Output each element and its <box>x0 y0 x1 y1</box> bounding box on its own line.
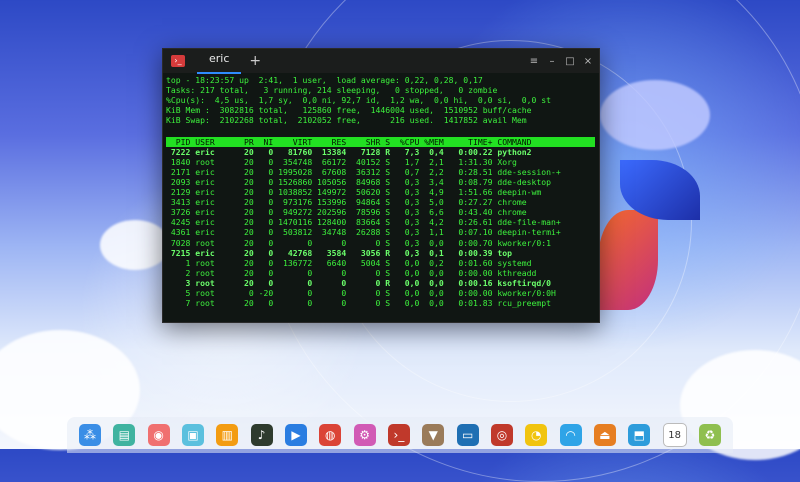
terminal-window[interactable]: ›_ eric + ≡ – □ × top - 18:23:57 up 2:41… <box>162 48 600 323</box>
top-tasks-line: Tasks: 217 total, 3 running, 214 sleepin… <box>166 85 498 96</box>
settings-icon[interactable]: ⚙ <box>353 424 376 446</box>
wallpaper-cloud <box>600 80 710 150</box>
process-row: 7222 eric 20 0 81760 13384 7128 R 7,3 0,… <box>166 146 532 157</box>
top-uptime-line: top - 18:23:57 up 2:41, 1 user, load ave… <box>166 75 483 85</box>
launcher-icon[interactable]: ⁂ <box>79 424 101 446</box>
file-manager-icon[interactable]: ▤ <box>113 424 136 446</box>
process-row: 4245 eric 20 0 1470116 128400 83664 S 0,… <box>166 217 561 228</box>
process-row: 2171 eric 20 0 1995028 67608 36312 S 0,7… <box>166 166 561 177</box>
process-row: 2 root 20 0 0 0 0 S 0,0 0,0 0:00.00 kthr… <box>166 267 537 278</box>
process-row: 3 root 20 0 0 0 0 R 0,0 0,0 0:00.16 ksof… <box>166 277 551 288</box>
minimize-button[interactable]: – <box>547 56 557 67</box>
wallpaper-petal <box>620 160 700 220</box>
process-row: 1840 root 20 0 354748 66172 40152 S 1,7 … <box>166 156 517 167</box>
menu-button[interactable]: ≡ <box>529 56 539 67</box>
app-store-icon[interactable]: ⬒ <box>628 424 651 446</box>
process-row: 2093 eric 20 0 1526860 105056 84968 S 0,… <box>166 176 551 187</box>
wallpaper-petal <box>598 210 658 310</box>
process-row: 7028 root 20 0 0 0 0 S 0,3 0,0 0:00.70 k… <box>166 237 551 248</box>
terminal-icon[interactable]: ›_ <box>387 424 410 446</box>
terminal-titlebar[interactable]: ›_ eric + ≡ – □ × <box>163 48 599 74</box>
installer-icon[interactable]: ▼ <box>422 424 445 446</box>
remote-desktop-icon[interactable]: ▭ <box>456 424 479 446</box>
movie-player-icon[interactable]: ▶ <box>284 424 307 446</box>
music-player-icon[interactable]: ♪ <box>250 424 273 446</box>
top-swap-line: KiB Swap: 2102268 total, 2102052 free, 2… <box>166 115 527 126</box>
folder-icon[interactable]: ▣ <box>181 424 204 446</box>
wifi-icon[interactable]: ◠ <box>559 424 582 446</box>
process-row: 4361 eric 20 0 503812 34748 26288 S 0,3 … <box>166 227 561 238</box>
trash-icon[interactable]: ♻ <box>698 424 721 446</box>
calendar-icon[interactable]: 18 <box>662 423 687 447</box>
process-table-header: PID USER PR NI VIRT RES SHR S %CPU %MEM … <box>166 136 595 147</box>
tab-eric[interactable]: eric <box>197 48 242 74</box>
screen-recorder-icon[interactable]: ◉ <box>147 424 170 446</box>
eject-icon[interactable]: ⏏ <box>593 424 616 446</box>
chrome-icon[interactable]: ◍ <box>319 424 342 446</box>
terminal-app-icon: ›_ <box>171 55 185 67</box>
wallpaper-cloud <box>100 220 170 270</box>
clock-icon[interactable]: ◔ <box>525 424 548 446</box>
maximize-button[interactable]: □ <box>565 56 575 67</box>
archive-manager-icon[interactable]: ▥ <box>216 424 239 446</box>
process-row: 7 root 20 0 0 0 0 S 0,0 0,0 0:01.83 rcu_… <box>166 298 551 309</box>
process-row: 2129 eric 20 0 1038852 149972 50620 S 0,… <box>166 187 542 198</box>
top-mem-line: KiB Mem : 3082816 total, 125860 free, 14… <box>166 105 532 116</box>
close-button[interactable]: × <box>583 56 593 67</box>
screenshot-icon[interactable]: ◎ <box>490 424 513 446</box>
process-row: 7215 eric 20 0 42768 3584 3056 R 0,3 0,1… <box>166 247 512 258</box>
process-row: 5 root 0 -20 0 0 0 S 0,0 0,0 0:00.00 kwo… <box>166 287 556 298</box>
process-row: 1 root 20 0 136772 6640 5004 S 0,0 0,2 0… <box>166 257 532 268</box>
dock: ⁂ ▤ ◉ ▣ ▥ ♪ ▶ ◍ ⚙ ›_ ▼ ▭ ◎ ◔ ◠ ⏏ ⬒ 18 ♻ <box>67 417 733 453</box>
terminal-output[interactable]: top - 18:23:57 up 2:41, 1 user, load ave… <box>163 73 599 308</box>
add-tab-button[interactable]: + <box>249 53 261 69</box>
top-cpu-line: %Cpu(s): 4,5 us, 1,7 sy, 0,0 ni, 92,7 id… <box>166 95 551 106</box>
window-controls: ≡ – □ × <box>529 49 593 73</box>
process-row: 3413 eric 20 0 973176 153996 94864 S 0,3… <box>166 197 527 208</box>
process-row: 3726 eric 20 0 949272 202596 78596 S 0,3… <box>166 207 527 218</box>
process-table: 7222 eric 20 0 81760 13384 7128 R 7,3 0,… <box>166 147 595 309</box>
